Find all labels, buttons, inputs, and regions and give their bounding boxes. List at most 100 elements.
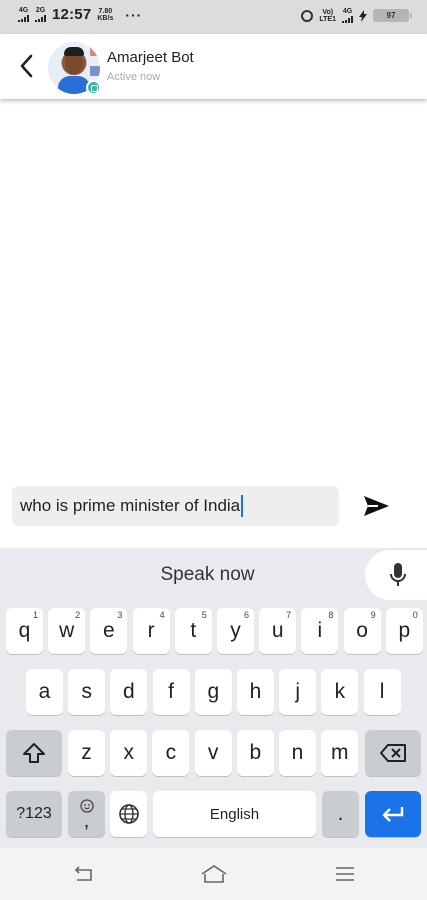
send-icon <box>364 496 389 516</box>
sim1-signal-icon: 4G <box>18 7 29 22</box>
message-input-text: who is prime minister of India <box>20 496 241 515</box>
key-label: k <box>334 680 346 703</box>
net-label: 4G <box>342 8 353 15</box>
key-o[interactable]: o9 <box>343 608 381 654</box>
key-r[interactable]: r4 <box>132 608 170 654</box>
key-h[interactable]: h <box>237 669 274 715</box>
nav-menu-icon <box>336 867 354 881</box>
sim1-label: 4G <box>18 7 29 14</box>
key-label: u <box>271 619 284 642</box>
volte-bottom: LTE1 <box>319 15 336 23</box>
enter-icon <box>382 807 404 822</box>
key-i[interactable]: i8 <box>301 608 339 654</box>
key-k[interactable]: k <box>321 669 359 715</box>
key-u[interactable]: u7 <box>259 608 297 654</box>
key-label: i <box>317 619 323 642</box>
key-x[interactable]: x <box>110 730 148 776</box>
key-label: a <box>38 680 51 703</box>
key-number-hint: 2 <box>75 610 81 620</box>
sim2-signal-icon: 2G <box>35 7 46 22</box>
key-label: c <box>165 741 177 764</box>
clock: 12:57 <box>52 6 92 23</box>
nav-menu-button[interactable] <box>333 862 359 886</box>
avatar-flag <box>90 46 100 76</box>
key-number-hint: 7 <box>286 610 292 620</box>
backspace-key[interactable] <box>365 730 421 776</box>
space-key[interactable]: English <box>153 791 316 837</box>
key-t[interactable]: t5 <box>174 608 212 654</box>
speed-value: 7.80 <box>98 7 113 15</box>
key-p[interactable]: p0 <box>385 608 423 654</box>
key-f[interactable]: f <box>152 669 190 715</box>
key-d[interactable]: d <box>110 669 148 715</box>
voice-input-bar: Speak now <box>0 548 427 602</box>
battery-icon: 97 <box>373 9 412 22</box>
more-notifications-icon: ··· <box>125 6 143 23</box>
mic-button[interactable] <box>365 550 427 600</box>
language-key[interactable] <box>110 791 147 837</box>
nav-back-button[interactable] <box>71 862 97 886</box>
send-button[interactable] <box>360 490 392 522</box>
key-n[interactable]: n <box>279 730 316 776</box>
key-label: m <box>330 741 349 764</box>
key-label: r <box>147 619 155 642</box>
charging-icon <box>359 9 367 22</box>
key-z[interactable]: z <box>68 730 105 776</box>
key-b[interactable]: b <box>236 730 274 776</box>
key-label: j <box>295 680 301 703</box>
key-a[interactable]: a <box>26 669 63 715</box>
key-m[interactable]: m <box>321 730 359 776</box>
globe-icon <box>118 804 139 824</box>
speed-unit: KB/s <box>97 14 114 22</box>
shift-icon <box>23 743 45 763</box>
key-q[interactable]: q1 <box>6 608 43 654</box>
key-label: b <box>249 741 262 764</box>
key-label: p <box>398 619 411 642</box>
key-number-hint: 0 <box>412 610 418 620</box>
active-status: Active now <box>107 71 161 83</box>
shift-key[interactable] <box>6 730 62 776</box>
key-number-hint: 4 <box>159 610 165 620</box>
key-v[interactable]: v <box>194 730 232 776</box>
keyboard: Speak now ?123 , English . q 1 w 2 e 3 r… <box>0 548 427 848</box>
key-label: h <box>249 680 262 703</box>
speak-now-label: Speak now <box>160 564 255 585</box>
key-label: y <box>230 619 241 642</box>
nav-back-icon <box>74 866 92 881</box>
volte-indicator: Vo) LTE1 <box>319 9 336 23</box>
emoji-comma-key[interactable]: , <box>68 791 105 837</box>
key-y[interactable]: y6 <box>217 608 254 654</box>
chat-title[interactable]: Amarjeet Bot <box>107 49 194 66</box>
key-c[interactable]: c <box>152 730 190 776</box>
key-number-hint: 1 <box>32 610 38 620</box>
network-speed: 7.80 KB/s <box>97 8 113 22</box>
avatar-hair <box>64 47 84 56</box>
text-cursor <box>241 495 244 517</box>
key-number-hint: 5 <box>201 610 207 620</box>
key-label: l <box>379 680 385 703</box>
key-number-hint: 8 <box>328 610 334 620</box>
key-label: q <box>18 619 31 642</box>
key-w[interactable]: w2 <box>48 608 86 654</box>
nav-home-button[interactable] <box>200 862 227 886</box>
key-label: s <box>81 680 92 703</box>
key-g[interactable]: g <box>194 669 232 715</box>
message-input[interactable]: who is prime minister of India <box>12 486 339 526</box>
key-s[interactable]: s <box>68 669 106 715</box>
enter-key[interactable] <box>365 791 421 837</box>
key-label: w <box>59 619 75 642</box>
key-label: t <box>190 619 197 642</box>
navigation-bar <box>0 848 427 900</box>
bot-badge-icon <box>86 80 101 95</box>
back-button[interactable] <box>14 50 42 82</box>
comma-label: , <box>83 810 90 832</box>
key-label: d <box>123 680 135 703</box>
status-left: 4G 2G 12:57 7.80 KB/s ··· <box>18 6 142 23</box>
key-j[interactable]: j <box>279 669 317 715</box>
key-l[interactable]: l <box>363 669 401 715</box>
period-key[interactable]: . <box>322 791 359 837</box>
backspace-icon <box>380 744 406 762</box>
key-label: f <box>168 680 175 703</box>
key-e[interactable]: e3 <box>90 608 128 654</box>
symbols-key[interactable]: ?123 <box>6 791 62 837</box>
